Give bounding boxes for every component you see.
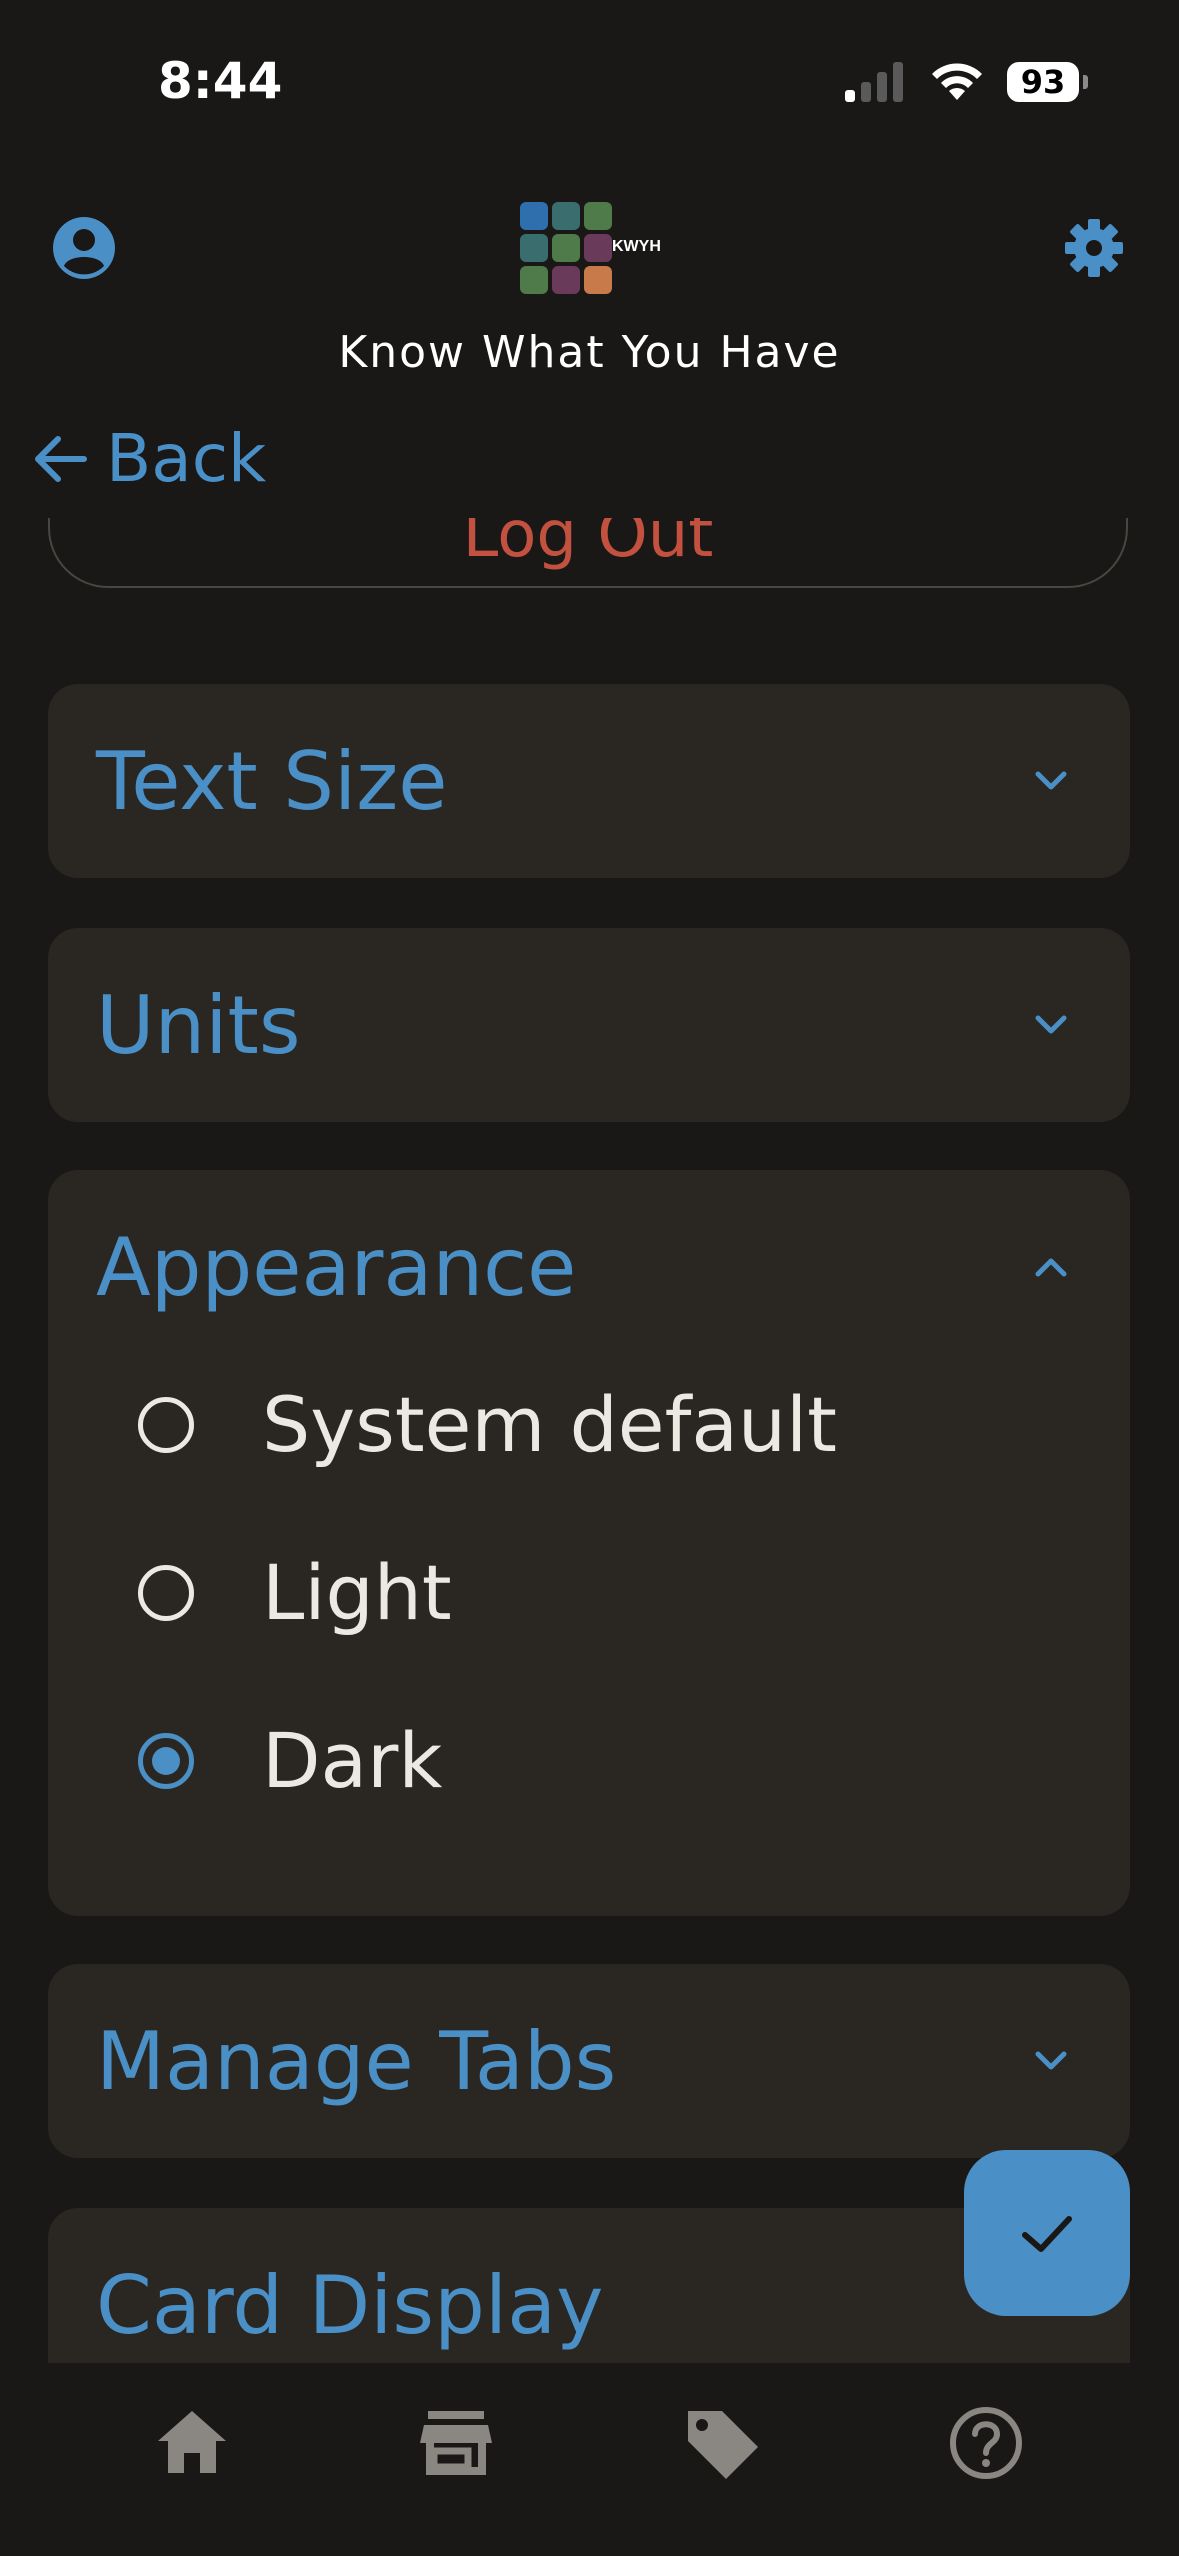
store-icon[interactable] <box>416 2403 496 2483</box>
home-icon[interactable] <box>152 2403 232 2483</box>
option-label: Light <box>262 1548 452 1637</box>
account-icon[interactable] <box>52 216 116 284</box>
chevron-up-icon <box>1035 1258 1067 1277</box>
status-indicators: 93 <box>843 60 1088 104</box>
back-label: Back <box>106 420 267 497</box>
back-button[interactable]: Back <box>32 420 266 497</box>
logo-text: KWYH <box>612 238 661 255</box>
section-header-units[interactable]: Units <box>96 928 1130 1122</box>
appearance-option-dark[interactable]: Dark <box>138 1716 442 1805</box>
arrow-left-icon <box>35 435 87 482</box>
section-title: Manage Tabs <box>96 2014 617 2108</box>
section-text-size: Text Size <box>48 684 1130 878</box>
app-title: Know What You Have <box>338 327 841 378</box>
section-title: Units <box>96 978 301 1072</box>
bottom-nav <box>0 2363 1179 2556</box>
section-units: Units <box>48 928 1130 1122</box>
section-header-appearance[interactable]: Appearance <box>96 1170 1130 1364</box>
confirm-fab-button[interactable] <box>964 2150 1130 2316</box>
status-time: 8:44 <box>158 52 283 110</box>
settings-content[interactable]: Log Out Text Size Units Appearance Syste… <box>0 518 1179 2363</box>
section-header-text-size[interactable]: Text Size <box>96 684 1130 878</box>
battery-indicator: 93 <box>1007 62 1088 102</box>
cellular-signal-icon <box>845 62 903 102</box>
section-title: Card Display <box>96 2258 604 2352</box>
chevron-down-icon <box>1035 2051 1067 2070</box>
section-appearance: Appearance System default Light Dark <box>48 1170 1130 1916</box>
section-manage-tabs: Manage Tabs <box>48 1964 1130 2158</box>
section-header-manage-tabs[interactable]: Manage Tabs <box>96 1964 1130 2158</box>
app-logo: KWYH <box>520 202 661 298</box>
radio-button[interactable] <box>138 1564 194 1621</box>
gear-icon[interactable] <box>1064 218 1124 282</box>
checkmark-icon <box>1022 2216 1072 2252</box>
wifi-icon <box>932 63 982 100</box>
appearance-option-system-default[interactable]: System default <box>138 1380 837 1469</box>
radio-button[interactable] <box>138 1396 194 1453</box>
option-label: System default <box>262 1380 837 1469</box>
tag-icon[interactable] <box>682 2403 762 2483</box>
option-label: Dark <box>262 1716 443 1805</box>
section-title: Appearance <box>96 1220 577 1314</box>
chevron-down-icon <box>1035 771 1067 790</box>
section-title: Text Size <box>96 734 448 828</box>
help-icon[interactable] <box>946 2403 1026 2483</box>
chevron-down-icon <box>1035 1015 1067 1034</box>
radio-button-selected[interactable] <box>138 1732 194 1789</box>
appearance-option-light[interactable]: Light <box>138 1548 452 1637</box>
logout-button[interactable]: Log Out <box>48 518 1128 588</box>
